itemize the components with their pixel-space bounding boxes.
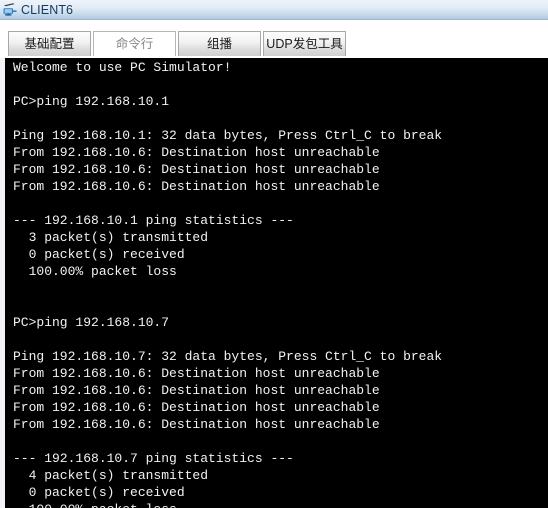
tab-basic-config[interactable]: 基础配置 — [8, 31, 91, 56]
window-title: CLIENT6 — [21, 2, 74, 17]
terminal-line: 100.00% packet loss — [13, 501, 548, 508]
terminal-line: From 192.168.10.6: Destination host unre… — [13, 162, 380, 177]
terminal-panel: Welcome to use PC Simulator! PC>ping 192… — [0, 58, 548, 508]
tab-udp-tool[interactable]: UDP发包工具 — [263, 31, 346, 56]
terminal-line: From 192.168.10.6: Destination host unre… — [13, 179, 380, 194]
terminal-line: 4 packet(s) transmitted — [13, 468, 209, 483]
tab-command-line[interactable]: 命令行 — [93, 31, 176, 56]
tab-multicast[interactable]: 组播 — [178, 31, 261, 56]
pc-simulator-window: CLIENT6 基础配置 命令行 组播 UDP发包工具 Welcome to u… — [0, 0, 548, 508]
terminal-line: 3 packet(s) transmitted — [13, 230, 209, 245]
terminal-console[interactable]: Welcome to use PC Simulator! PC>ping 192… — [5, 58, 548, 508]
terminal-line: From 192.168.10.6: Destination host unre… — [13, 383, 380, 398]
terminal-line: From 192.168.10.6: Destination host unre… — [13, 366, 380, 381]
pc-device-icon — [3, 2, 17, 16]
terminal-output: Welcome to use PC Simulator! PC>ping 192… — [13, 59, 548, 508]
terminal-line: 0 packet(s) received — [13, 485, 185, 500]
terminal-line: Ping 192.168.10.1: 32 data bytes, Press … — [13, 128, 443, 143]
terminal-line: 0 packet(s) received — [13, 247, 185, 262]
terminal-line: Ping 192.168.10.7: 32 data bytes, Press … — [13, 349, 443, 364]
terminal-line: From 192.168.10.6: Destination host unre… — [13, 400, 380, 415]
terminal-line: Welcome to use PC Simulator! — [13, 60, 232, 75]
terminal-line: 100.00% packet loss — [13, 264, 177, 279]
tab-basic-config-label: 基础配置 — [24, 36, 75, 51]
tab-udp-tool-label: UDP发包工具 — [266, 36, 343, 51]
tab-strip: 基础配置 命令行 组播 UDP发包工具 — [0, 21, 548, 58]
terminal-line: PC>ping 192.168.10.1 — [13, 94, 170, 109]
terminal-line: --- 192.168.10.1 ping statistics --- — [13, 213, 294, 228]
terminal-line: PC>ping 192.168.10.7 — [13, 315, 170, 330]
terminal-line: --- 192.168.10.7 ping statistics --- — [13, 451, 294, 466]
tab-multicast-label: 组播 — [206, 36, 232, 51]
tab-command-line-label: 命令行 — [115, 36, 154, 51]
terminal-line: From 192.168.10.6: Destination host unre… — [13, 145, 380, 160]
terminal-line: From 192.168.10.6: Destination host unre… — [13, 417, 380, 432]
window-title-bar: CLIENT6 — [0, 0, 548, 20]
